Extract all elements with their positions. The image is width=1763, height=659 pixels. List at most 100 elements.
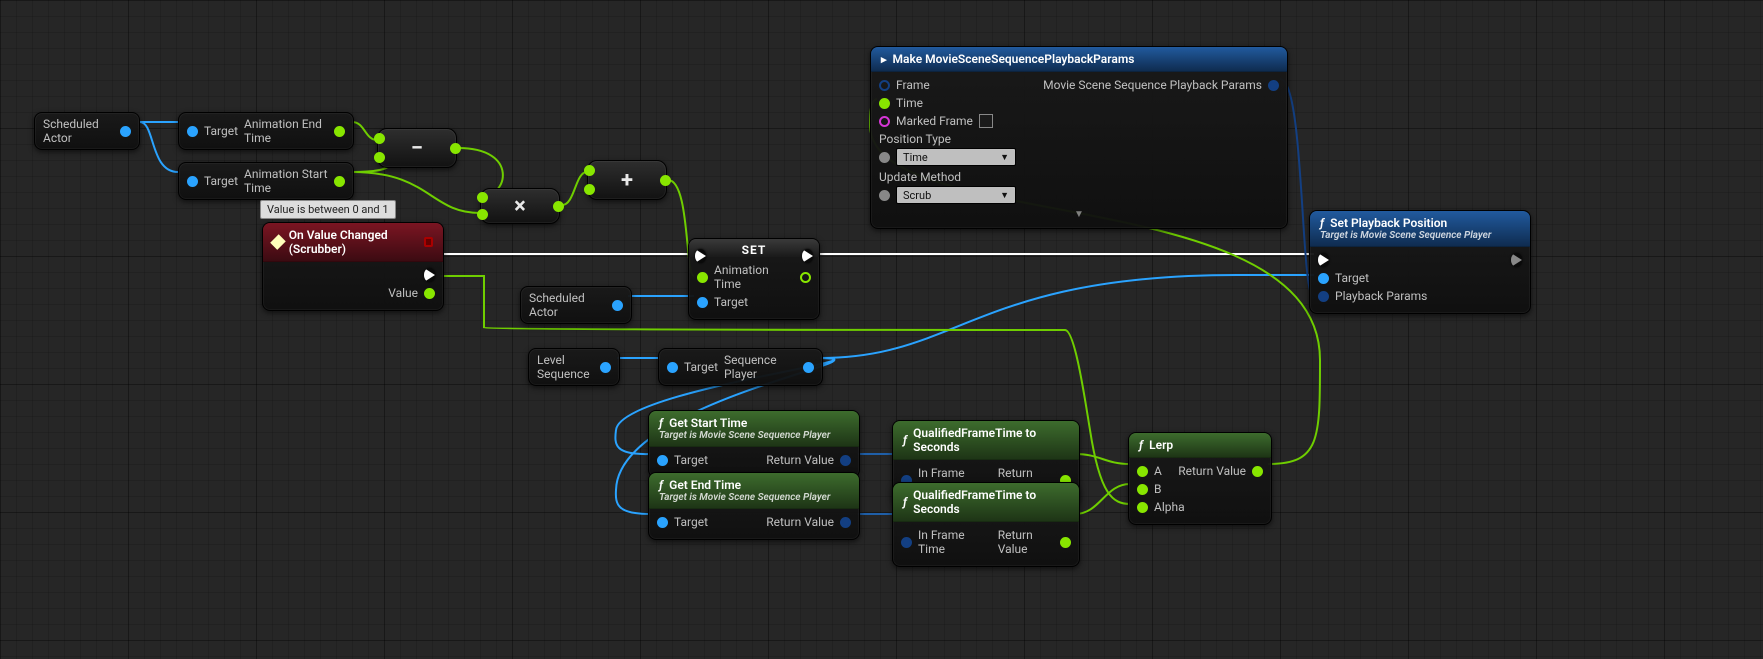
pin-struct-out[interactable] <box>1268 80 1279 91</box>
pin-a[interactable] <box>584 165 595 176</box>
marked-frame-label: Marked Frame <box>896 114 973 128</box>
get-anim-end-time[interactable]: Target Animation End Time <box>178 112 354 150</box>
var-scheduled-actor-2[interactable]: Scheduled Actor <box>520 286 632 324</box>
pin-target[interactable] <box>657 455 668 466</box>
pin-out[interactable] <box>612 300 623 311</box>
set-playback-position[interactable]: ƒSet Playback Position Target is Movie S… <box>1309 210 1531 314</box>
pin-out[interactable] <box>803 362 814 373</box>
label: Scheduled Actor <box>43 117 114 145</box>
pin-target[interactable] <box>667 362 678 373</box>
target-label: Target <box>204 124 238 138</box>
pin-params[interactable] <box>1318 291 1329 302</box>
pin-out[interactable] <box>553 201 564 212</box>
pin-return[interactable] <box>840 455 851 466</box>
event-on-value-changed[interactable]: On Value Changed (Scrubber) Value <box>262 222 444 311</box>
node-title: ƒQualifiedFrameTime to Seconds <box>893 483 1079 522</box>
target-label: Target <box>1335 271 1369 285</box>
pin-exec-in[interactable] <box>1318 253 1329 267</box>
struct-icon: ▸ <box>881 53 887 66</box>
update-method-select[interactable]: Scrub▼ <box>896 186 1016 204</box>
node-title: ƒGet End Time Target is Movie Scene Sequ… <box>649 473 859 509</box>
pin-return[interactable] <box>1252 466 1263 477</box>
op-multiply[interactable]: × <box>480 188 560 224</box>
pin-return[interactable] <box>1060 537 1071 548</box>
pin-exec-out[interactable] <box>802 249 813 263</box>
event-icon <box>270 234 285 249</box>
pin-out[interactable] <box>334 176 345 187</box>
pin-position-type[interactable] <box>879 152 890 163</box>
pin-b[interactable] <box>584 184 595 195</box>
tooltip-value-range: Value is between 0 and 1 <box>260 200 396 219</box>
pin-frame[interactable] <box>879 80 890 91</box>
pin-target[interactable] <box>657 517 668 528</box>
pin-exec-out[interactable] <box>424 268 435 282</box>
pin-alpha[interactable] <box>1137 502 1148 513</box>
label: Sequence Player <box>724 353 797 381</box>
pin-out[interactable] <box>450 143 461 154</box>
pin-out[interactable] <box>120 126 131 137</box>
target-label: Target <box>684 360 718 374</box>
params-label: Playback Params <box>1335 289 1427 303</box>
b-label: B <box>1154 482 1161 496</box>
pin-out-val[interactable] <box>800 272 811 283</box>
pin-target[interactable] <box>697 297 708 308</box>
label: Animation Start Time <box>244 167 328 195</box>
out-label: Movie Scene Sequence Playback Params <box>1043 78 1262 92</box>
ret-label: Return Value <box>998 528 1054 556</box>
pin-out[interactable] <box>334 126 345 137</box>
pin-value[interactable] <box>424 288 435 299</box>
pin-b[interactable] <box>1137 484 1148 495</box>
pin-a[interactable] <box>374 133 385 144</box>
pin-b[interactable] <box>477 209 488 220</box>
target-label: Target <box>714 295 748 309</box>
op-glyph: + <box>621 168 633 193</box>
pin-exec-out[interactable] <box>1511 253 1522 267</box>
node-title: ▸ Make MovieSceneSequencePlaybackParams <box>871 47 1287 72</box>
pin-update-method[interactable] <box>879 190 890 201</box>
node-title: On Value Changed (Scrubber) <box>263 223 443 262</box>
pin-in-frame-time[interactable] <box>901 537 912 548</box>
pin-target[interactable] <box>187 176 198 187</box>
pin-return[interactable] <box>840 517 851 528</box>
label: Animation End Time <box>244 117 328 145</box>
pin-out[interactable] <box>660 175 671 186</box>
position-type-select[interactable]: Time▼ <box>896 148 1016 166</box>
pin-a[interactable] <box>1137 466 1148 477</box>
expand-arrow[interactable]: ▼ <box>879 206 1279 220</box>
pin-anim-time[interactable] <box>697 272 708 283</box>
set-label: SET <box>742 243 767 257</box>
get-anim-start-time[interactable]: Target Animation Start Time <box>178 162 354 200</box>
qft-to-seconds-2[interactable]: ƒQualifiedFrameTime to Seconds In Frame … <box>892 482 1080 567</box>
in-label: In Frame Time <box>918 528 982 556</box>
pin-a[interactable] <box>477 192 488 203</box>
alpha-label: Alpha <box>1154 500 1185 514</box>
pin-target[interactable] <box>1318 273 1329 284</box>
subtitle: Target is Movie Scene Sequence Player <box>659 430 849 441</box>
make-playback-params[interactable]: ▸ Make MovieSceneSequencePlaybackParams … <box>870 46 1288 229</box>
delegate-pin[interactable] <box>424 237 433 247</box>
label: Level Sequence <box>537 353 594 381</box>
target-label: Target <box>674 453 708 467</box>
node-title: ƒGet Start Time Target is Movie Scene Se… <box>649 411 859 447</box>
get-sequence-player[interactable]: Target Sequence Player <box>658 348 823 386</box>
get-end-time[interactable]: ƒGet End Time Target is Movie Scene Sequ… <box>648 472 860 540</box>
subtitle: Target is Movie Scene Sequence Player <box>1320 230 1520 241</box>
op-add[interactable]: + <box>587 160 667 200</box>
pin-target[interactable] <box>187 126 198 137</box>
op-subtract[interactable]: − <box>377 128 457 168</box>
return-label: Return Value <box>766 453 834 467</box>
marked-frame-checkbox[interactable] <box>979 114 993 128</box>
target-label: Target <box>204 174 238 188</box>
var-scheduled-actor[interactable]: Scheduled Actor <box>34 112 140 150</box>
lerp[interactable]: ƒLerp A Return Value B Alpha <box>1128 432 1272 525</box>
set-animation-time[interactable]: SET Animation Time Target <box>688 238 820 320</box>
pin-out[interactable] <box>600 362 611 373</box>
pin-marked-frame[interactable] <box>879 116 890 127</box>
pin-time[interactable] <box>879 98 890 109</box>
get-start-time[interactable]: ƒGet Start Time Target is Movie Scene Se… <box>648 410 860 478</box>
time-label: Time <box>896 96 923 110</box>
value-label: Value <box>388 286 418 300</box>
pin-exec-in[interactable] <box>695 249 706 263</box>
pin-b[interactable] <box>374 152 385 163</box>
var-level-sequence[interactable]: Level Sequence <box>528 348 620 386</box>
